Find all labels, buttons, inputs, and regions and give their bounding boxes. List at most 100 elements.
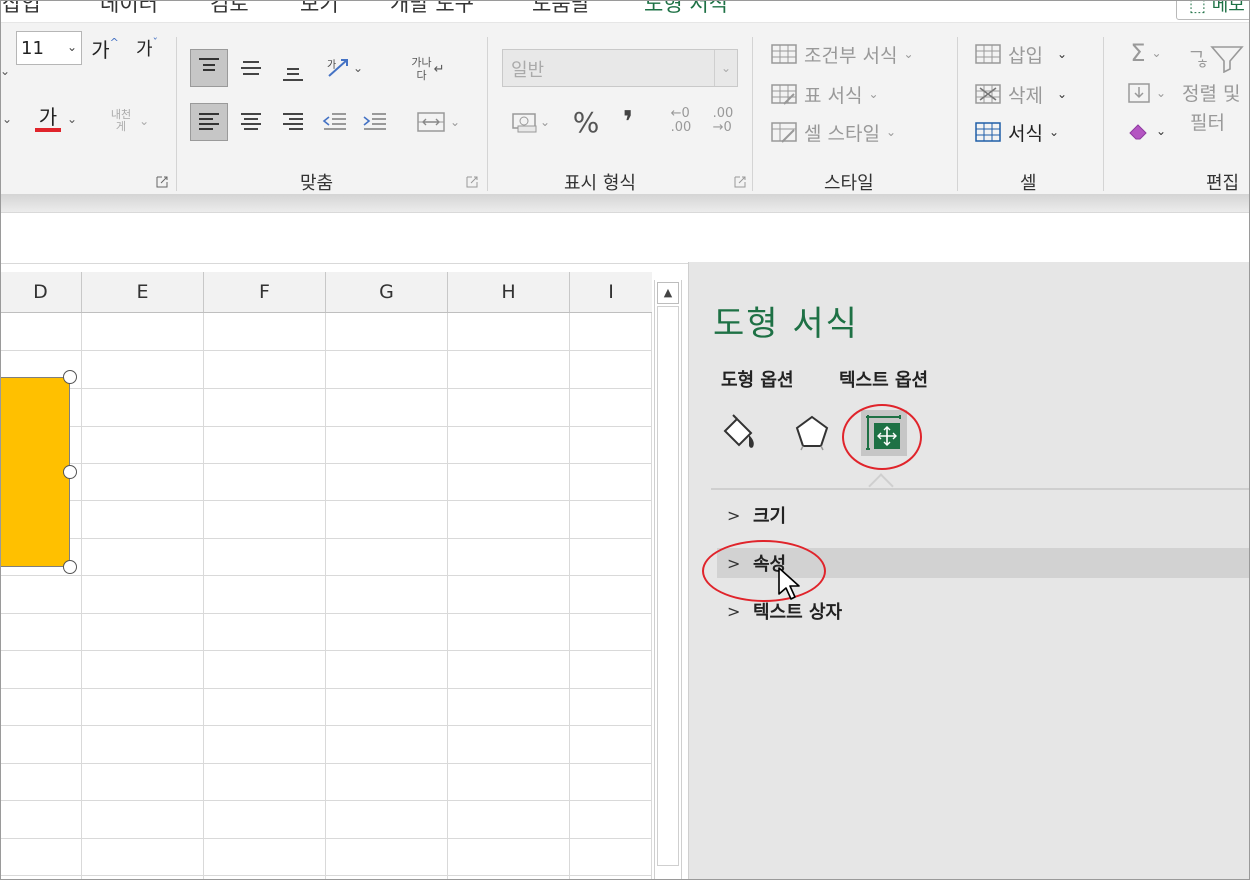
chevron-right-icon: > [727, 601, 741, 621]
number-format-select[interactable]: 일반 ⌄ [502, 49, 738, 87]
ribbon-divider [957, 37, 958, 191]
orientation-button[interactable]: 가 ⌄ [318, 49, 370, 87]
autosum-button[interactable]: Σ ⌄ [1118, 37, 1174, 69]
section-size[interactable]: > 크기 [717, 500, 1250, 530]
cell-styles-icon [771, 122, 797, 143]
highlight-circle-properties [702, 540, 826, 602]
number-dialog-launcher[interactable] [734, 173, 746, 188]
wrap-text-button[interactable]: 가나 다 ↵ [408, 49, 448, 89]
decrease-decimal-button[interactable]: .00 →0 [704, 101, 742, 141]
format-cells-button[interactable]: 서식 ⌄ [974, 115, 1086, 149]
tab-insert[interactable]: 삽입 [2, 0, 41, 18]
sort-filter-icon: ᄀㅎ [1188, 46, 1244, 73]
tab-help[interactable]: 도움말 [532, 0, 590, 18]
comma-icon: ❜ [622, 104, 634, 140]
increase-indent-button[interactable] [356, 103, 394, 141]
alignment-dialog-launcher[interactable] [466, 173, 478, 188]
font-name-dropdown-arrow[interactable]: ⌄ [0, 59, 10, 83]
insert-cells-button[interactable]: 삽입 ⌄ [974, 37, 1086, 71]
svg-text:ㅎ: ㅎ [1196, 57, 1209, 73]
clear-button[interactable]: ⌄ [1118, 115, 1174, 147]
vertical-scrollbar[interactable]: ▲ [654, 280, 682, 880]
column-header-i[interactable]: I [570, 272, 652, 312]
font-size-select[interactable]: 11 ⌄ [16, 31, 82, 65]
pane-title: 도형 서식 [713, 304, 859, 344]
increase-font-size-button[interactable]: 가 ^ [88, 31, 122, 65]
tab-data[interactable]: 데이터 [100, 0, 158, 18]
sort-filter-button[interactable]: ᄀㅎ 정렬 및 필터 [1182, 37, 1250, 157]
selected-rectangle-shape[interactable] [0, 377, 70, 567]
align-right-button[interactable] [274, 103, 312, 141]
format-as-table-button[interactable]: 표 서식 ⌄ [770, 77, 940, 111]
decrease-indent-button[interactable] [316, 103, 354, 141]
font-color-swatch [34, 128, 61, 132]
wrap-arrow-icon: ↵ [433, 61, 445, 77]
resize-handle-bottom-right[interactable] [63, 560, 77, 574]
chevron-down-icon: ⌄ [66, 40, 77, 54]
resize-handle-right[interactable] [63, 465, 77, 479]
font-dialog-launcher[interactable] [156, 173, 168, 188]
column-header-e[interactable]: E [82, 272, 204, 312]
increase-decimal-button[interactable]: ←0 .00 [662, 101, 700, 141]
format-cells-icon [975, 122, 1001, 142]
comments-button-label: 메모 [1211, 0, 1245, 16]
delete-cells-button[interactable]: 삭제 ⌄ [974, 77, 1086, 111]
tab-review[interactable]: 검토 [210, 0, 249, 18]
align-left-icon [199, 113, 219, 130]
effects-tab[interactable] [789, 410, 835, 456]
comments-button[interactable]: ⬚ 메모 [1176, 0, 1250, 20]
column-header-d[interactable]: D [0, 272, 82, 312]
table-format-icon [771, 84, 797, 105]
decrease-font-size-button[interactable]: 가ˇ [130, 31, 164, 65]
resize-handle-top-right[interactable] [63, 370, 77, 384]
conditional-formatting-button[interactable]: 조건부 서식 ⌄ [770, 37, 940, 71]
font-color-icon: 가 [38, 105, 58, 129]
column-header-h[interactable]: H [448, 272, 570, 312]
accounting-format-button[interactable]: ⌄ [504, 105, 556, 139]
column-header-g[interactable]: G [326, 272, 448, 312]
fill-button[interactable]: ⌄ [1118, 77, 1174, 109]
sum-icon: Σ [1130, 39, 1146, 67]
styles-group-label: 스타일 [824, 173, 874, 194]
fill-down-icon [1128, 83, 1150, 103]
worksheet-grid[interactable] [0, 313, 652, 880]
column-header-f[interactable]: F [204, 272, 326, 312]
align-top-icon [199, 58, 219, 71]
align-bottom-button[interactable] [274, 53, 312, 91]
fill-line-tab[interactable] [717, 410, 763, 456]
comma-style-button[interactable]: ❜ [610, 103, 646, 141]
column-headers: D E F G H I [0, 272, 652, 313]
conditional-formatting-label: 조건부 서식 [804, 44, 898, 67]
conditional-formatting-icon [771, 44, 797, 64]
border-dropdown-arrow[interactable]: ⌄ [0, 107, 14, 131]
tab-text-options[interactable]: 텍스트 옵션 [839, 366, 928, 392]
phonetic-guide-button[interactable]: 내천 게 ⌄ [100, 103, 160, 139]
tab-shape-format[interactable]: 도형 서식 [644, 0, 728, 18]
merge-center-button[interactable]: ⌄ [408, 103, 468, 141]
tab-developer[interactable]: 개발 도구 [390, 0, 474, 18]
insert-cells-label: 삽입 [1008, 44, 1043, 67]
tab-view[interactable]: 보기 [300, 0, 339, 18]
cell-styles-button[interactable]: 셀 스타일 ⌄ [770, 115, 940, 149]
grid-lines [0, 313, 652, 880]
chevron-right-icon: > [727, 505, 741, 525]
align-left-button[interactable] [190, 103, 228, 141]
number-group-label: 표시 형식 [564, 173, 636, 194]
percent-style-button[interactable]: % [566, 103, 606, 141]
align-center-icon [241, 113, 261, 130]
selected-tab-indicator [868, 473, 894, 499]
align-top-button[interactable] [190, 49, 228, 87]
delete-cells-label: 삭제 [1008, 84, 1043, 107]
cell-styles-label: 셀 스타일 [804, 122, 880, 145]
formula-bar[interactable] [0, 212, 1250, 264]
align-middle-button[interactable] [232, 49, 270, 87]
scroll-up-button[interactable]: ▲ [657, 282, 679, 304]
scroll-thumb[interactable] [657, 306, 679, 866]
align-center-button[interactable] [232, 103, 270, 141]
ribbon: ⌄ 11 ⌄ 가 ^ 가ˇ ⌄ 가 ⌄ 내천 게 ⌄ 가 ⌄ 가나 다 ↵ ⌄ … [0, 22, 1250, 195]
ribbon-tab-bar: 삽입 데이터 검토 보기 개발 도구 도움말 도형 서식 ⬚ 메모 [0, 0, 1250, 22]
chevron-down-icon: ⌄ [714, 50, 737, 86]
mouse-cursor-icon [778, 567, 800, 600]
font-color-button[interactable]: 가 ⌄ [28, 101, 84, 137]
tab-shape-options[interactable]: 도형 옵션 [721, 366, 794, 392]
